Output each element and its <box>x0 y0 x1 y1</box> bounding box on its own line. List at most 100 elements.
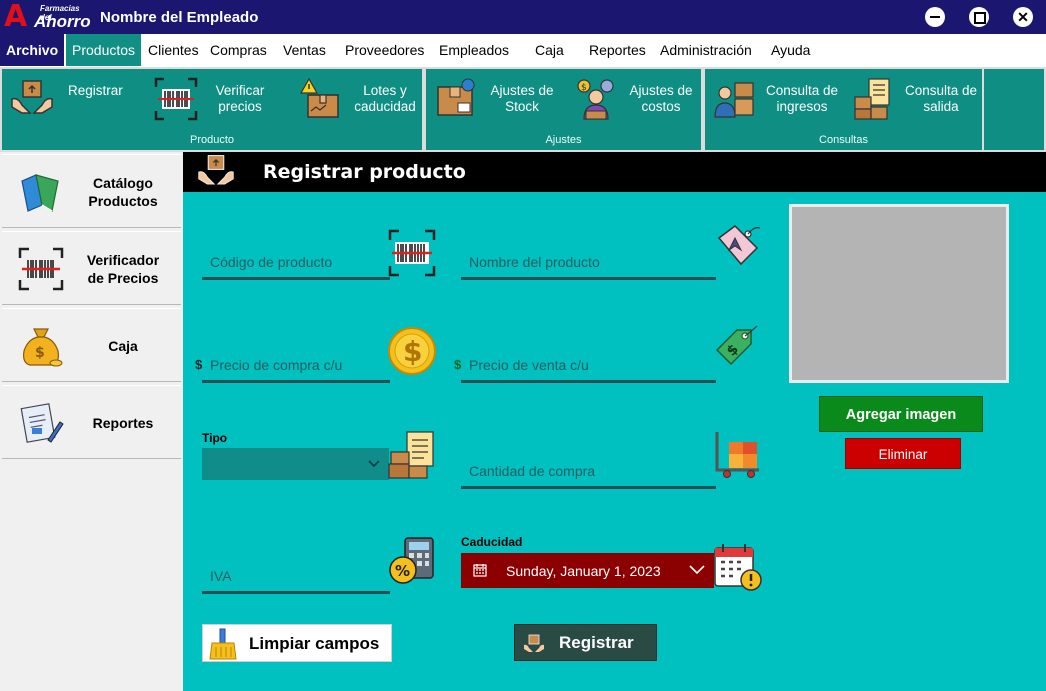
menu-reportes[interactable]: Reportes <box>583 34 652 66</box>
menu-clientes[interactable]: Clientes <box>142 34 205 66</box>
menu-administracion[interactable]: Administración <box>654 34 758 66</box>
maximize-button[interactable] <box>969 7 989 27</box>
iva-placeholder: IVA <box>210 568 232 584</box>
minimize-button[interactable] <box>925 7 945 27</box>
sidebar-item-verificador[interactable]: Verificador de Precios <box>2 231 181 305</box>
logo-a-mark: A <box>4 0 28 34</box>
svg-text:$: $ <box>403 335 422 368</box>
ribbon-toolbar: Registrar Verificar precios Lotes y cadu… <box>0 67 1046 152</box>
calendar-icon <box>473 564 487 577</box>
lotes-caducidad-ribbon-label: Lotes y caducidad <box>348 83 422 115</box>
register-label: Registrar <box>559 633 634 652</box>
cantidad-compra-placeholder: Cantidad de compra <box>469 463 596 479</box>
codigo-producto-field[interactable]: Código de producto <box>202 244 390 280</box>
registrar-ribbon-button[interactable]: Registrar <box>10 75 140 123</box>
verificar-line1: Verificar <box>215 83 265 98</box>
menu-archivo[interactable]: Archivo <box>0 34 65 66</box>
ribbon-empty-area <box>984 67 1046 152</box>
menu-empleados[interactable]: Empleados <box>433 34 515 66</box>
menu-caja[interactable]: Caja <box>529 34 570 66</box>
group-label-consultas: Consultas <box>819 134 868 146</box>
person-gears-icon: $ <box>577 79 614 120</box>
precio-compra-field[interactable]: $ Precio de compra c/u <box>195 347 390 383</box>
precio-venta-field[interactable]: $ Precio de venta c/u <box>454 347 716 383</box>
menu-compras[interactable]: Compras <box>204 34 273 66</box>
menu-productos[interactable]: Productos <box>66 34 142 66</box>
ajustes-costos-ribbon-label: Ajustes de costos <box>622 83 700 115</box>
field-underline <box>461 277 716 280</box>
worker-boxes-icon <box>714 82 754 118</box>
lotes-caducidad-ribbon-button[interactable]: Lotes y caducidad <box>298 75 424 123</box>
costos-line2: costos <box>641 99 681 114</box>
field-underline <box>461 380 716 383</box>
ribbon-group-ajustes: Ajustes de Stock $ Ajustes de costos Ajust… <box>424 67 703 152</box>
sidebar-item-catalogo[interactable]: Catálogo Productos <box>2 154 181 228</box>
catalog-book-icon <box>21 174 59 212</box>
app-logo: A Farmacias del Ahorro <box>4 0 91 34</box>
group-label-ajustes: Ajustes <box>545 134 582 146</box>
app-window: A Farmacias del Ahorro Nombre del Emplea… <box>0 0 1046 691</box>
clear-fields-button[interactable]: Limpiar campos <box>202 624 392 662</box>
verificar-precios-ribbon-label: Verificar precios <box>210 83 270 115</box>
precio-venta-placeholder: Precio de venta c/u <box>469 357 589 373</box>
ingresos-line2: ingresos <box>776 99 828 114</box>
sidebar-label-verificador: Verificador de Precios <box>68 232 178 306</box>
precio-compra-placeholder: Precio de compra c/u <box>210 357 343 373</box>
panel-title: Registrar producto <box>263 161 466 183</box>
sidebar-item-reportes[interactable]: Reportes <box>2 385 181 459</box>
ajustes-stock-ribbon-button[interactable]: Ajustes de Stock <box>434 75 556 123</box>
caducidad-date-picker[interactable]: Sunday, January 1, 2023 <box>461 553 714 588</box>
panel-header: Registrar producto <box>183 152 1046 192</box>
tipo-dropdown[interactable] <box>202 448 389 480</box>
lotes-line2: caducidad <box>354 99 416 114</box>
chevron-down-icon <box>689 565 705 575</box>
cantidad-compra-field[interactable]: Cantidad de compra <box>461 453 716 489</box>
add-image-button[interactable]: Agregar imagen <box>819 396 983 432</box>
hands-box-icon <box>11 80 53 114</box>
svg-text:%: % <box>395 562 410 580</box>
menu-ventas[interactable]: Ventas <box>277 34 332 66</box>
register-button[interactable]: Registrar <box>514 624 657 661</box>
window-title: Nombre del Empleado <box>100 9 259 26</box>
register-product-panel: Registrar producto Código de producto No… <box>183 152 1046 691</box>
menu-proveedores[interactable]: Proveedores <box>339 34 430 66</box>
consulta-ingresos-ribbon-button[interactable]: Consulta de ingresos <box>713 75 841 123</box>
field-underline <box>202 380 390 383</box>
report-document-icon <box>20 403 64 443</box>
close-button[interactable]: ✕ <box>1013 7 1033 27</box>
calendar-warning-icon <box>714 544 762 591</box>
barcode-scan-icon <box>18 247 64 291</box>
consulta-salida-ribbon-button[interactable]: Consulta de salida <box>851 75 981 123</box>
boxes-list-icon <box>388 431 434 479</box>
delete-image-button[interactable]: Eliminar <box>845 438 961 469</box>
costos-line1: Ajustes de <box>629 83 693 98</box>
salida-line2: salida <box>923 99 959 114</box>
broom-icon <box>209 628 237 660</box>
ribbon-group-consultas: Consulta de ingresos Consulta de salida Co… <box>703 67 984 152</box>
verificar-precios-ribbon-button[interactable]: Verificar precios <box>154 75 274 123</box>
verificador-line2: de Precios <box>87 270 159 286</box>
field-underline <box>202 591 390 594</box>
verificar-line2: precios <box>218 99 262 114</box>
svg-text:$: $ <box>581 83 587 93</box>
tipo-label: Tipo <box>202 431 228 445</box>
stock-line2: Stock <box>505 99 539 114</box>
ajustes-costos-ribbon-button[interactable]: $ Ajustes de costos <box>574 75 702 123</box>
field-underline <box>202 277 390 280</box>
iva-field[interactable]: IVA <box>202 558 390 594</box>
lotes-line1: Lotes y <box>363 83 407 98</box>
menu-ayuda[interactable]: Ayuda <box>765 34 816 66</box>
registrar-ribbon-label: Registrar <box>68 83 123 98</box>
product-image-box <box>789 204 1009 383</box>
sidebar-label-caja: Caja <box>108 338 138 354</box>
calculator-percent-icon: % <box>389 537 434 584</box>
svg-text:$: $ <box>35 345 45 361</box>
catalogo-line2: Productos <box>88 193 158 209</box>
sidebar-item-caja[interactable]: $ Caja <box>2 308 181 382</box>
close-icon: ✕ <box>1017 9 1029 25</box>
nombre-producto-field[interactable]: Nombre del producto <box>461 244 716 280</box>
clear-fields-label: Limpiar campos <box>249 634 380 653</box>
caducidad-label: Caducidad <box>461 535 523 549</box>
sidebar-label-reportes: Reportes <box>92 415 154 431</box>
barcode-scan-icon <box>388 229 436 277</box>
